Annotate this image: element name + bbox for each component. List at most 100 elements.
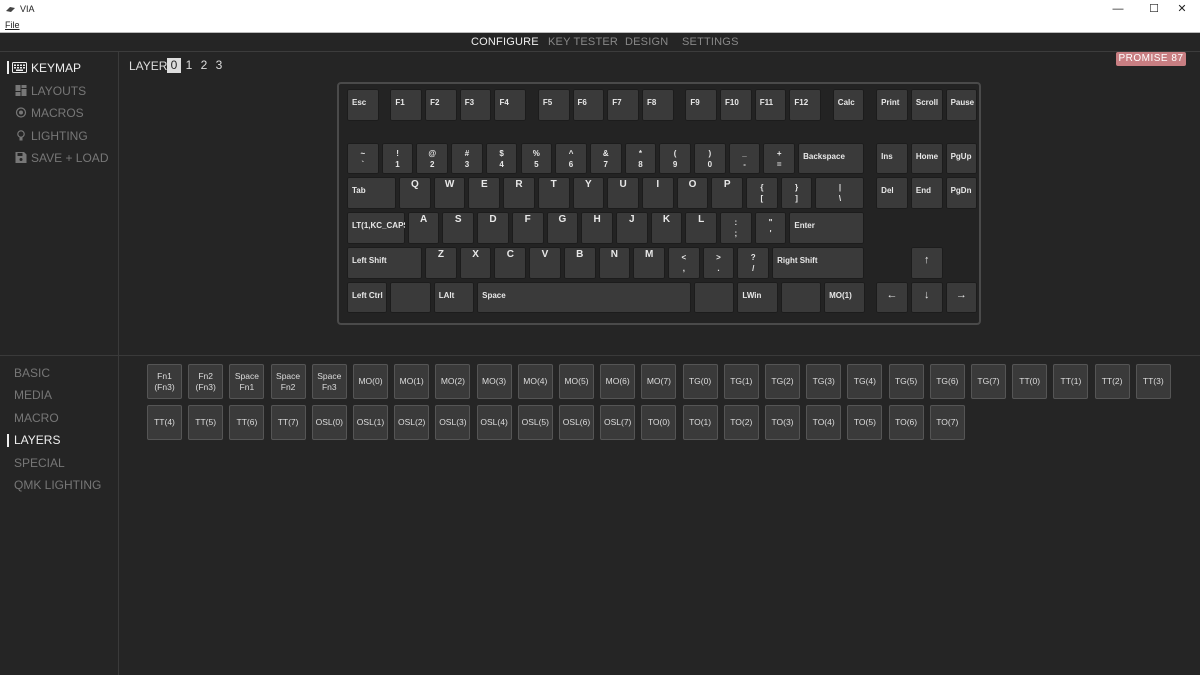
keycode-button[interactable]: TT(3)	[1135, 364, 1171, 399]
key-f6[interactable]: F6	[572, 89, 605, 121]
category-qmk-lighting[interactable]: QMK LIGHTING	[14, 478, 101, 492]
keycode-button[interactable]: TG(4)	[847, 364, 883, 399]
key-f7[interactable]: F7	[607, 89, 639, 121]
key-mo1[interactable]: MO(1)	[824, 281, 865, 314]
key-q[interactable]: Q	[399, 177, 431, 210]
key-lbracket[interactable]: {[	[746, 177, 778, 210]
key-n1[interactable]: ! 1	[381, 142, 414, 175]
keycode-button[interactable]: MO(2)	[435, 364, 471, 399]
key-rbracket[interactable]: }]	[780, 177, 813, 210]
key-caps[interactable]: LT(1,KC_CAPS)	[347, 212, 405, 244]
key-up[interactable]: ↑	[910, 246, 943, 279]
keycode-button[interactable]: TG(5)	[888, 364, 924, 399]
key-lctrl[interactable]: Left Ctrl	[347, 281, 388, 314]
keycode-button[interactable]: OSL(0)	[311, 405, 347, 440]
keycode-button[interactable]: TO(2)	[723, 405, 759, 440]
keycode-button[interactable]: TG(2)	[765, 364, 800, 399]
key-grave[interactable]: ~ `	[347, 142, 379, 175]
category-basic[interactable]: BASIC	[14, 366, 50, 380]
key-n[interactable]: N	[598, 246, 631, 279]
key-end[interactable]: End	[910, 177, 943, 210]
key-f[interactable]: F	[511, 212, 544, 244]
key-n3[interactable]: #3	[451, 142, 483, 175]
key-semicolon[interactable]: :;	[720, 212, 752, 244]
keycode-button[interactable]: TT(5)	[188, 405, 224, 440]
layer-3-button[interactable]: 3	[212, 58, 226, 73]
key-o[interactable]: O	[676, 177, 709, 210]
keycode-button[interactable]: TT(2)	[1094, 364, 1130, 399]
keycode-button[interactable]: TG(7)	[971, 364, 1006, 399]
category-layers[interactable]: LAYERS	[14, 433, 60, 447]
key-blank2[interactable]	[694, 281, 735, 314]
key-f3[interactable]: F3	[459, 89, 492, 121]
key-n4[interactable]: $4	[485, 142, 518, 175]
key-f10[interactable]: F10	[720, 89, 752, 121]
tab-key-tester[interactable]: KEY TESTER	[548, 36, 618, 48]
key-tab[interactable]: Tab	[347, 177, 397, 210]
keycode-button[interactable]: MO(6)	[600, 364, 636, 399]
key-z[interactable]: Z	[425, 246, 457, 279]
keycode-button[interactable]: MO(1)	[394, 364, 430, 399]
key-backspace[interactable]: Backspace	[798, 142, 865, 175]
key-esc[interactable]: Esc	[347, 89, 379, 121]
keycode-button[interactable]: TG(3)	[806, 364, 842, 399]
key-quote[interactable]: " '	[754, 212, 787, 244]
key-s[interactable]: S	[442, 212, 475, 244]
key-lalt[interactable]: LAlt	[433, 281, 475, 314]
key-v[interactable]: V	[529, 246, 561, 279]
keycode-button[interactable]: Fn2 (Fn3)	[188, 364, 224, 399]
keycode-button[interactable]: TO(7)	[929, 405, 965, 440]
key-d[interactable]: D	[477, 212, 509, 244]
keycode-button[interactable]: OSL(4)	[476, 405, 512, 440]
keycode-button[interactable]: Fn1 (Fn3)	[147, 364, 182, 399]
keycode-button[interactable]: OSL(6)	[559, 405, 594, 440]
key-f12[interactable]: F12	[789, 89, 822, 121]
key-n5[interactable]: % 5	[520, 142, 553, 175]
tab-settings[interactable]: SETTINGS	[682, 36, 739, 48]
key-right[interactable]: →	[945, 281, 978, 314]
keycode-button[interactable]: TT(6)	[229, 405, 265, 440]
keycode-button[interactable]: OSL(3)	[435, 405, 471, 440]
key-period[interactable]: >.	[702, 246, 735, 279]
key-t[interactable]: T	[537, 177, 570, 210]
key-calc[interactable]: Calc	[832, 89, 865, 121]
key-p[interactable]: P	[711, 177, 744, 210]
tab-design[interactable]: DESIGN	[625, 36, 668, 48]
sidebar-item-macros[interactable]: MACROS	[15, 106, 84, 120]
key-f5[interactable]: F5	[537, 89, 570, 121]
keycode-button[interactable]: MO(7)	[641, 364, 677, 399]
keycode-button[interactable]: Space Fn1	[229, 364, 265, 399]
key-home[interactable]: Home	[910, 142, 943, 175]
keycode-button[interactable]: MO(4)	[517, 364, 553, 399]
keycode-button[interactable]: TO(1)	[682, 405, 718, 440]
key-backslash[interactable]: | \	[815, 177, 865, 210]
category-special[interactable]: SPECIAL	[14, 456, 65, 470]
key-m[interactable]: M	[633, 246, 665, 279]
key-j[interactable]: J	[615, 212, 648, 244]
keycode-button[interactable]: OSL(5)	[517, 405, 553, 440]
key-n0[interactable]: ) 0	[694, 142, 726, 175]
keycode-button[interactable]: TO(4)	[806, 405, 842, 440]
sidebar-item-lighting[interactable]: LIGHTING	[17, 129, 88, 143]
key-slash[interactable]: ? /	[737, 246, 770, 279]
key-w[interactable]: W	[433, 177, 466, 210]
key-pgup[interactable]: PgUp	[945, 142, 978, 175]
minimize-button[interactable]: —	[1100, 0, 1136, 19]
key-y[interactable]: Y	[572, 177, 605, 210]
key-f4[interactable]: F4	[494, 89, 527, 121]
tab-configure[interactable]: CONFIGURE	[471, 36, 539, 48]
sidebar-item-layouts[interactable]: LAYOUTS	[15, 84, 86, 98]
category-macro[interactable]: MACRO	[14, 411, 59, 425]
keycode-button[interactable]: TG(1)	[723, 364, 759, 399]
close-button[interactable]: ✕	[1164, 0, 1200, 19]
key-print[interactable]: Print	[876, 89, 908, 121]
key-f2[interactable]: F2	[425, 89, 457, 121]
key-i[interactable]: I	[641, 177, 674, 210]
key-c[interactable]: C	[494, 246, 527, 279]
key-b[interactable]: B	[563, 246, 596, 279]
keycode-button[interactable]: Space Fn2	[270, 364, 306, 399]
key-space[interactable]: Space	[477, 281, 691, 314]
key-down[interactable]: ↓	[910, 281, 943, 314]
key-ins[interactable]: Ins	[876, 142, 908, 175]
keycode-button[interactable]: MO(0)	[353, 364, 388, 399]
